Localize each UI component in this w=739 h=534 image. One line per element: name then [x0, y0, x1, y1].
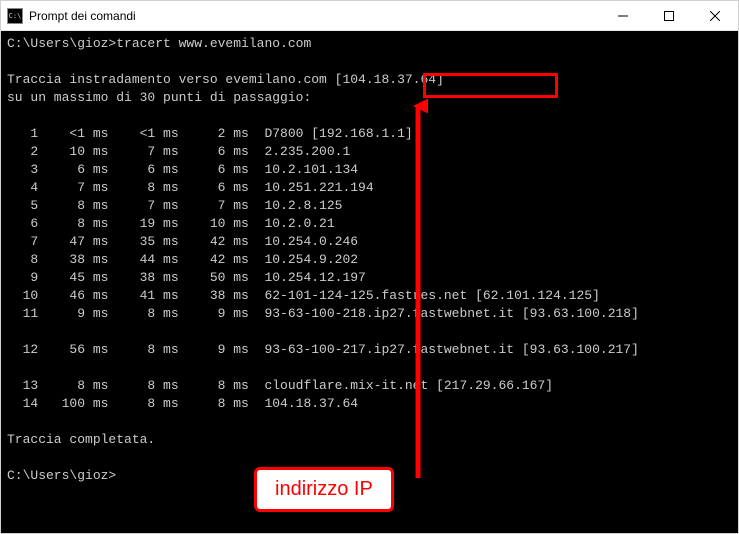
window-controls — [600, 1, 738, 30]
maximize-button[interactable] — [646, 1, 692, 30]
minimize-button[interactable] — [600, 1, 646, 30]
close-button[interactable] — [692, 1, 738, 30]
titlebar[interactable]: C:\ Prompt dei comandi — [1, 1, 738, 31]
annotation-label: indirizzo IP — [254, 467, 394, 512]
terminal-area[interactable]: C:\Users\gioz>tracert www.evemilano.com … — [1, 31, 738, 533]
minimize-icon — [618, 11, 628, 21]
command-prompt-window: C:\ Prompt dei comandi C:\Users\gioz>tra… — [0, 0, 739, 534]
close-icon — [710, 11, 720, 21]
cmd-icon: C:\ — [7, 8, 23, 24]
window-title: Prompt dei comandi — [29, 9, 600, 23]
maximize-icon — [664, 11, 674, 21]
